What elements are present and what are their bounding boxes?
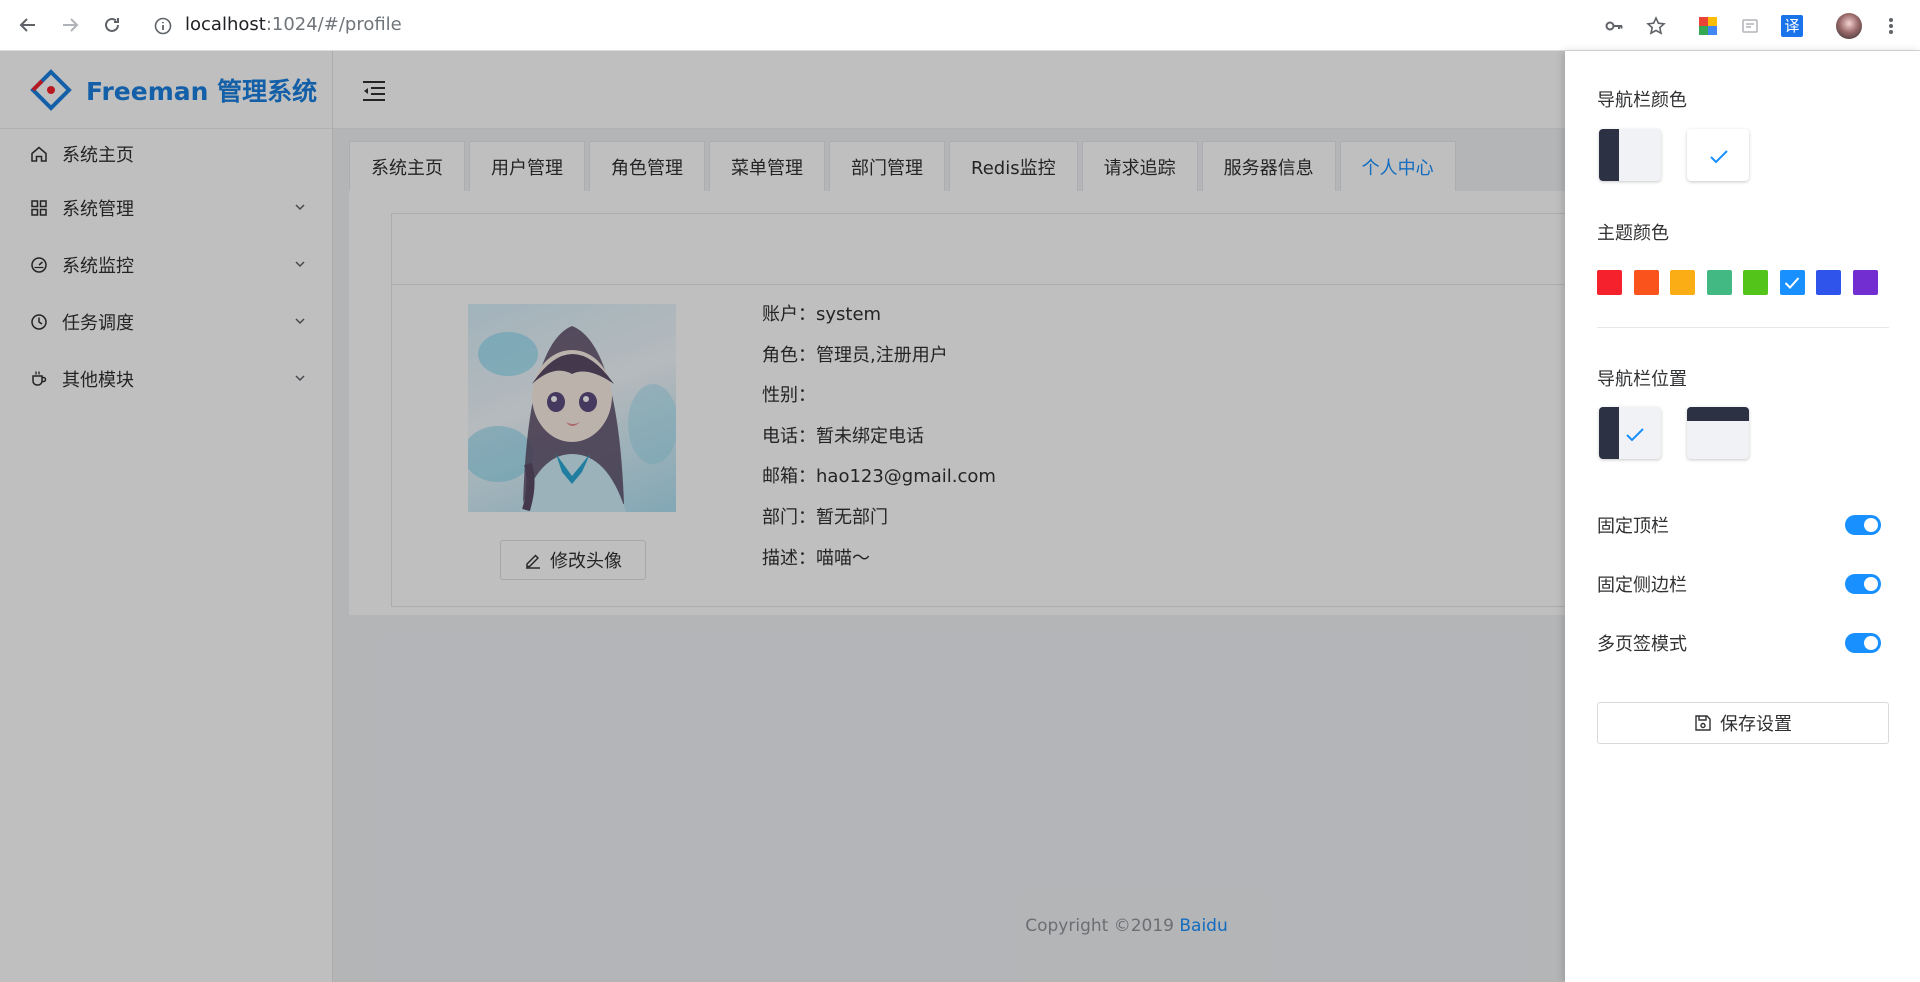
url-path: :1024/#/profile <box>265 14 402 35</box>
settings-drawer: 导航栏颜色 主题颜色 导航栏位置 固定顶栏 固定侧边栏 多页签模式 保存设置 <box>1565 51 1920 982</box>
theme-color-emerald[interactable] <box>1706 270 1732 295</box>
browser-toolbar: localhost:1024/#/profile 译 <box>0 0 1920 51</box>
nav-color-title: 导航栏颜色 <box>1597 90 1687 111</box>
theme-color-gold[interactable] <box>1670 270 1695 295</box>
extension-colorful-icon[interactable] <box>1695 13 1721 39</box>
nav-position-side-option[interactable] <box>1599 407 1661 459</box>
key-icon[interactable] <box>1601 13 1627 39</box>
drawer-mask-overlay[interactable] <box>0 51 1565 982</box>
nav-position-title: 导航栏位置 <box>1597 369 1687 390</box>
url-host: localhost <box>185 14 266 35</box>
fixed-header-toggle[interactable] <box>1845 515 1881 535</box>
theme-color-green[interactable] <box>1743 270 1768 295</box>
extension-box-icon[interactable] <box>1737 13 1763 39</box>
translate-icon[interactable]: 译 <box>1779 13 1805 39</box>
save-settings-label: 保存设置 <box>1720 714 1792 735</box>
check-icon <box>1710 150 1728 164</box>
back-icon[interactable] <box>14 11 42 39</box>
switch-label: 固定侧边栏 <box>1597 575 1687 596</box>
theme-color-geekblue[interactable] <box>1816 270 1841 295</box>
theme-color-orange[interactable] <box>1633 270 1659 295</box>
reload-icon[interactable] <box>98 11 126 39</box>
forward-icon[interactable] <box>56 11 84 39</box>
nav-style-dark-option[interactable] <box>1599 129 1661 181</box>
profile-avatar-icon[interactable] <box>1836 13 1862 39</box>
star-icon[interactable] <box>1643 13 1669 39</box>
translate-label: 译 <box>1781 15 1803 37</box>
nav-position-top-option[interactable] <box>1687 407 1749 459</box>
theme-color-title: 主题颜色 <box>1597 223 1669 244</box>
switch-label: 多页签模式 <box>1597 634 1687 655</box>
theme-color-blue-selected[interactable] <box>1779 270 1805 295</box>
fixed-sidebar-toggle[interactable] <box>1845 574 1881 594</box>
switch-label: 固定顶栏 <box>1597 516 1669 537</box>
more-menu-icon[interactable] <box>1878 13 1904 39</box>
info-icon[interactable] <box>150 13 176 39</box>
multi-tab-toggle[interactable] <box>1845 633 1881 653</box>
save-icon <box>1695 715 1711 731</box>
settings-divider <box>1597 327 1889 328</box>
address-bar-url[interactable]: localhost:1024/#/profile <box>185 14 402 35</box>
theme-color-red[interactable] <box>1597 270 1622 295</box>
nav-style-light-option[interactable] <box>1687 129 1749 181</box>
save-settings-button[interactable]: 保存设置 <box>1597 702 1889 744</box>
theme-color-purple[interactable] <box>1852 270 1878 295</box>
check-icon <box>1626 428 1644 442</box>
check-icon <box>1784 276 1800 289</box>
